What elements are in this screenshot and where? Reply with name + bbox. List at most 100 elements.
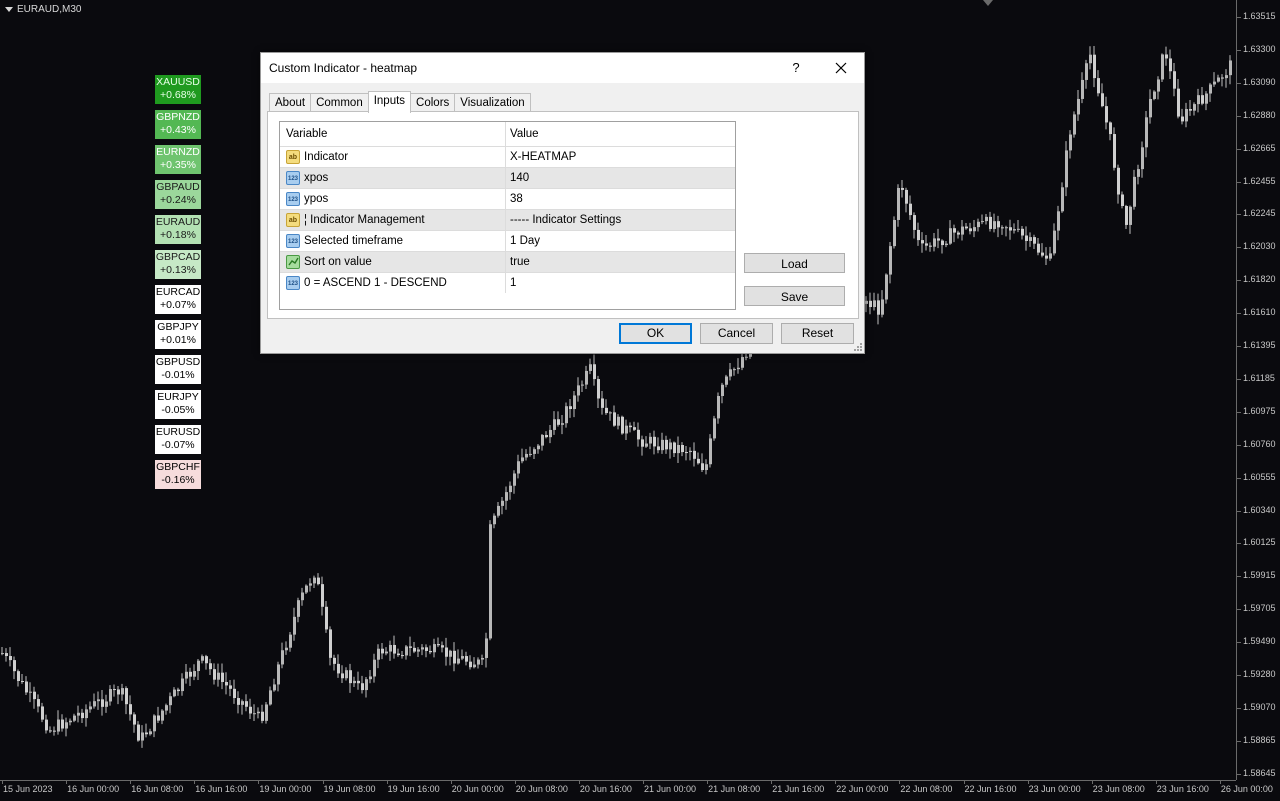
input-row[interactable]: ab ¦ Indicator Management ----- Indicator … — [280, 209, 735, 230]
price-label: 1.59070 — [1243, 701, 1276, 712]
candle-body — [1205, 93, 1208, 104]
candle-body — [189, 671, 192, 677]
ok-button[interactable]: OK — [619, 323, 692, 344]
candle-body — [1133, 176, 1136, 207]
candle-body — [265, 704, 268, 721]
variable-cell[interactable]: ab ¦ Indicator Management — [280, 210, 506, 230]
heatmap-change: +0.07% — [160, 299, 196, 311]
time-label: 23 Jun 16:00 — [1156, 784, 1209, 794]
load-button[interactable]: Load — [744, 253, 845, 273]
candle-body — [1157, 79, 1160, 92]
candle-body — [1037, 243, 1040, 253]
tab-about[interactable]: About — [269, 93, 312, 112]
cancel-button[interactable]: Cancel — [700, 323, 773, 344]
close-button[interactable] — [827, 53, 855, 83]
candle-body — [1193, 104, 1196, 111]
candle-body — [541, 434, 544, 446]
value-cell[interactable]: 1 — [506, 273, 735, 293]
candle-body — [873, 300, 876, 308]
candle-body — [525, 453, 528, 458]
candle-body — [353, 680, 356, 684]
candle-body — [1161, 54, 1164, 80]
price-label: 1.58865 — [1243, 734, 1276, 745]
heatmap-panel: XAUUSD +0.68% GBPNZD +0.43% EURNZD +0.35% GBPA… — [154, 74, 202, 494]
candle-body — [1097, 78, 1100, 94]
value-cell[interactable]: ----- Indicator Settings — [506, 210, 735, 230]
price-label: 1.63300 — [1243, 43, 1276, 54]
candle-body — [37, 699, 40, 707]
candle-body — [713, 418, 716, 439]
candle-body — [441, 645, 444, 648]
candle-body — [1181, 116, 1184, 122]
time-label: 23 Jun 00:00 — [1028, 784, 1081, 794]
variable-cell[interactable]: ab Indicator — [280, 147, 506, 167]
value-cell[interactable]: 38 — [506, 189, 735, 209]
candle-body — [661, 439, 664, 451]
tab-inputs[interactable]: Inputs — [367, 91, 412, 113]
tab-common[interactable]: Common — [310, 93, 369, 112]
value-cell[interactable]: 140 — [506, 168, 735, 188]
heatmap-change: -0.01% — [161, 369, 195, 381]
chart-symbol-title[interactable]: EURAUD,M30 — [5, 4, 81, 15]
candle-body — [329, 629, 332, 658]
save-button[interactable]: Save — [744, 286, 845, 306]
heatmap-change: +0.13% — [160, 264, 196, 276]
input-row[interactable]: 123 xpos 140 — [280, 167, 735, 188]
heatmap-change: +0.68% — [160, 89, 196, 101]
candle-body — [677, 445, 680, 454]
input-row[interactable]: ab Indicator X-HEATMAP — [280, 146, 735, 167]
heatmap-tile-gbpjpy: GBPJPY +0.01% — [154, 319, 202, 350]
price-tick — [1237, 378, 1241, 380]
input-row[interactable]: 123 ypos 38 — [280, 188, 735, 209]
candle-body — [201, 656, 204, 661]
candle-body — [29, 691, 32, 693]
tab-colors[interactable]: Colors — [410, 93, 456, 112]
candle-body — [1013, 229, 1016, 231]
column-header-value[interactable]: Value — [506, 122, 735, 146]
heatmap-symbol: XAUUSD — [156, 76, 200, 88]
input-row[interactable]: 123 0 = ASCEND 1 - DESCEND 1 — [280, 272, 735, 293]
candle-body — [501, 500, 504, 506]
resize-grip-icon[interactable] — [854, 343, 862, 351]
candle-body — [9, 656, 12, 661]
candle-body — [973, 227, 976, 232]
candle-body — [893, 219, 896, 247]
variable-cell[interactable]: Sort on value — [280, 252, 506, 272]
candle-body — [997, 221, 1000, 228]
candle-body — [685, 452, 688, 454]
candle-body — [877, 300, 880, 315]
variable-cell[interactable]: 123 0 = ASCEND 1 - DESCEND — [280, 273, 506, 293]
reset-button[interactable]: Reset — [781, 323, 854, 344]
candle-body — [949, 228, 952, 244]
value-cell[interactable]: X-HEATMAP — [506, 147, 735, 167]
candle-body — [621, 416, 624, 434]
variable-cell[interactable]: 123 ypos — [280, 189, 506, 209]
heatmap-symbol: EURNZD — [156, 146, 200, 158]
variable-cell[interactable]: 123 Selected timeframe — [280, 231, 506, 251]
time-label: 20 Jun 00:00 — [451, 784, 504, 794]
input-row[interactable]: 123 Selected timeframe 1 Day — [280, 230, 735, 251]
bool-type-icon — [286, 255, 300, 269]
candle-body — [93, 701, 96, 707]
time-axis[interactable]: 15 Jun 2023 16 Jun 00:00 16 Jun 08:00 16 Ju… — [0, 780, 1273, 801]
help-button[interactable]: ? — [783, 53, 809, 83]
candle-body — [185, 671, 188, 679]
tab-visualization[interactable]: Visualization — [454, 93, 531, 112]
candle-body — [217, 672, 220, 680]
candle-body — [393, 644, 396, 654]
candle-body — [237, 698, 240, 705]
candle-body — [457, 658, 460, 664]
value-cell[interactable]: true — [506, 252, 735, 272]
column-header-variable[interactable]: Variable — [280, 122, 506, 146]
candle-body — [609, 412, 612, 414]
price-label: 1.60340 — [1243, 504, 1276, 515]
price-tick — [1237, 444, 1241, 446]
candle-body — [133, 714, 136, 725]
candle-body — [309, 583, 312, 586]
time-label: 20 Jun 16:00 — [579, 784, 632, 794]
dialog-titlebar[interactable]: Custom Indicator - heatmap ? — [261, 53, 864, 83]
price-axis[interactable]: 1.63515 1.63300 1.63090 1.62880 1.62665 1.624… — [1236, 0, 1280, 780]
variable-cell[interactable]: 123 xpos — [280, 168, 506, 188]
value-cell[interactable]: 1 Day — [506, 231, 735, 251]
input-row[interactable]: Sort on value true — [280, 251, 735, 272]
